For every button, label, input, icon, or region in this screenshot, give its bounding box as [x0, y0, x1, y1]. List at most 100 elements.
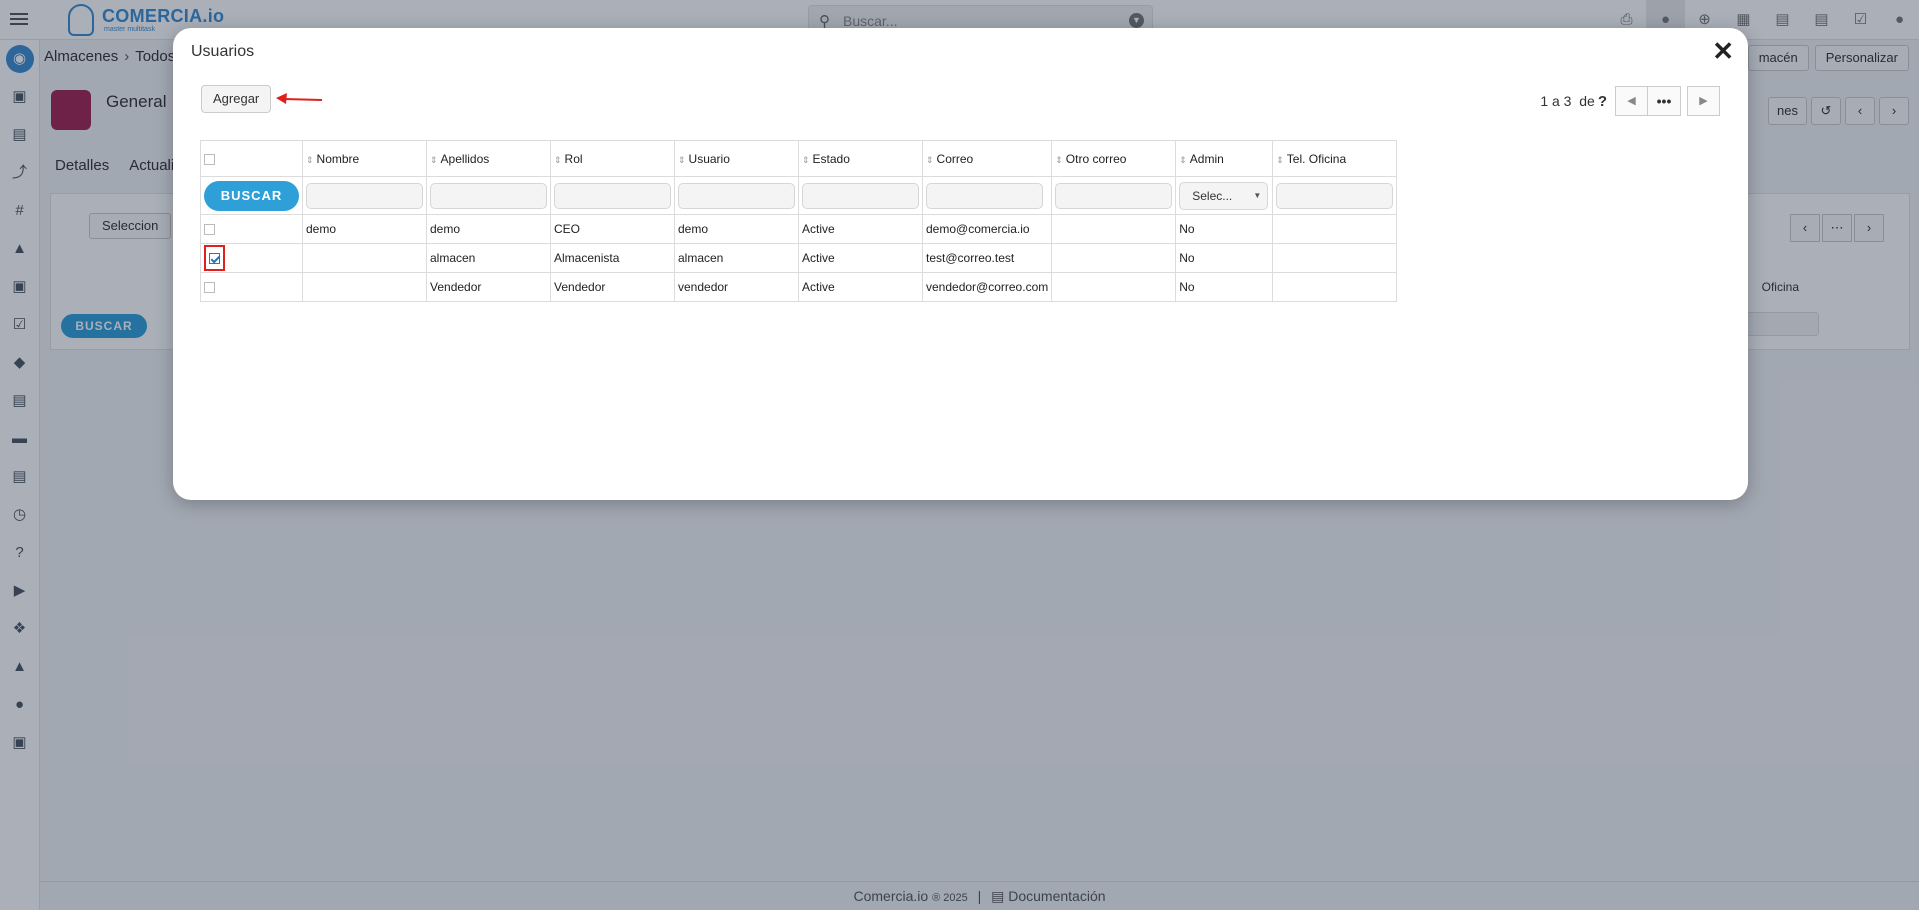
sort-icon: ⇕ [678, 154, 686, 165]
users-modal: Usuarios ✕ Agregar 1 a 3 de? ◀ ••• ▶ ⇕ No… [173, 28, 1748, 500]
col-label: Admin [1189, 151, 1224, 166]
col-label: Apellidos [440, 151, 490, 166]
cell-tel [1272, 243, 1398, 273]
cell-apellidos: demo [426, 214, 551, 244]
cell-estado: Active [798, 243, 923, 273]
cell-usuario: almacen [674, 243, 799, 273]
arrow-left-icon [276, 93, 322, 104]
agregar-button[interactable]: Agregar [201, 85, 272, 113]
highlight-box [204, 245, 225, 271]
select-all-cell [200, 140, 303, 177]
row-select-cell [200, 243, 303, 273]
close-icon[interactable]: ✕ [1712, 36, 1734, 66]
cell-tel [1272, 214, 1398, 244]
cell-otro-correo [1051, 272, 1177, 302]
cell-apellidos: Vendedor [426, 272, 551, 302]
filter-row: BUSCAR Selec... ▼ [200, 176, 1398, 215]
col-usuario[interactable]: ⇕ Usuario [674, 140, 799, 177]
buscar-cell: BUSCAR [200, 176, 303, 215]
filter-cell [302, 176, 427, 215]
pager-range: 1 a 3 [1540, 92, 1572, 109]
sort-icon: ⇕ [1179, 154, 1187, 165]
sort-icon: ⇕ [306, 154, 314, 165]
select-all-checkbox[interactable] [204, 153, 215, 165]
pager-count: 1 a 3 de? [1540, 93, 1607, 110]
prev-page-icon[interactable]: ◀ [1615, 86, 1648, 116]
filter-cell [798, 176, 923, 215]
cell-admin: No [1175, 214, 1274, 244]
cell-otro-correo [1051, 243, 1177, 273]
row-checkbox[interactable] [204, 224, 215, 236]
pager-total[interactable]: ? [1598, 93, 1607, 110]
cell-tel [1272, 272, 1398, 302]
cell-otro-correo [1051, 214, 1177, 244]
cell-apellidos: almacen [426, 243, 551, 273]
row-checkbox[interactable] [204, 282, 215, 294]
sort-icon: ⇕ [926, 154, 934, 165]
estado-filter-input[interactable] [802, 182, 919, 209]
cell-correo: demo@comercia.io [921, 214, 1053, 244]
col-rol[interactable]: ⇕ Rol [550, 140, 675, 177]
filter-cell [1051, 176, 1177, 215]
col-nombre[interactable]: ⇕ Nombre [302, 140, 427, 177]
col-admin[interactable]: ⇕ Admin [1175, 140, 1274, 177]
cell-usuario: vendedor [674, 272, 799, 302]
filter-cell [674, 176, 799, 215]
cell-estado: Active [798, 214, 923, 244]
cell-correo: vendedor@correo.com [921, 272, 1053, 302]
table-row[interactable]: Vendedor Vendedor vendedor Active vended… [200, 272, 1398, 302]
modal-pager: 1 a 3 de? ◀ ••• ▶ [1540, 86, 1720, 116]
cell-nombre: demo [302, 214, 427, 244]
col-apellidos[interactable]: ⇕ Apellidos [426, 140, 551, 177]
cell-rol: CEO [550, 214, 675, 244]
col-otro-correo[interactable]: ⇕ Otro correo [1051, 140, 1177, 177]
users-table: ⇕ Nombre ⇕ Apellidos ⇕ Rol ⇕ Usuario ⇕ Estado… [200, 140, 1398, 302]
pager-of: de [1579, 92, 1595, 109]
row-select-cell [200, 272, 303, 302]
col-correo[interactable]: ⇕ Correo [921, 140, 1053, 177]
cell-nombre [302, 243, 427, 273]
cell-admin: No [1175, 272, 1274, 302]
filter-cell [1272, 176, 1398, 215]
admin-select-value: Selec... [1192, 188, 1233, 203]
col-tel-oficina[interactable]: ⇕ Tel. Oficina [1272, 140, 1398, 177]
col-label: Otro correo [1065, 151, 1127, 166]
col-estado[interactable]: ⇕ Estado [798, 140, 923, 177]
sort-icon: ⇕ [430, 154, 438, 165]
cell-rol: Vendedor [550, 272, 675, 302]
col-label: Rol [564, 151, 583, 166]
otro-correo-filter-input[interactable] [1055, 182, 1173, 209]
row-select-cell [200, 214, 303, 244]
cell-correo: test@correo.test [921, 243, 1053, 273]
table-row[interactable]: almacen Almacenista almacen Active test@… [200, 243, 1398, 273]
sort-icon: ⇕ [1276, 154, 1284, 165]
apellidos-filter-input[interactable] [430, 182, 547, 209]
sort-icon: ⇕ [1055, 154, 1063, 165]
sort-icon: ⇕ [554, 154, 562, 165]
filter-cell [426, 176, 551, 215]
col-label: Usuario [688, 151, 730, 166]
cell-rol: Almacenista [550, 243, 675, 273]
filter-cell [921, 176, 1053, 215]
cell-estado: Active [798, 272, 923, 302]
buscar-button[interactable]: BUSCAR [204, 180, 299, 211]
admin-filter-select[interactable]: Selec... ▼ [1179, 181, 1269, 210]
table-row[interactable]: demo demo CEO demo Active demo@comercia.… [200, 214, 1398, 244]
modal-title: Usuarios [191, 43, 255, 60]
row-checkbox-checked[interactable] [209, 253, 220, 265]
usuario-filter-input[interactable] [678, 182, 795, 209]
col-label: Correo [936, 151, 974, 166]
rol-filter-input[interactable] [554, 182, 671, 209]
next-page-icon[interactable]: ▶ [1687, 86, 1720, 116]
filter-cell: Selec... ▼ [1175, 176, 1274, 215]
cell-admin: No [1175, 243, 1274, 273]
correo-filter-input[interactable] [926, 182, 1043, 209]
nombre-filter-input[interactable] [306, 182, 423, 209]
more-pages-button[interactable]: ••• [1648, 86, 1681, 116]
cell-usuario: demo [674, 214, 799, 244]
col-label: Estado [812, 151, 850, 166]
table-header-row: ⇕ Nombre ⇕ Apellidos ⇕ Rol ⇕ Usuario ⇕ Estado… [200, 140, 1398, 177]
cell-nombre [302, 272, 427, 302]
col-label: Nombre [316, 151, 360, 166]
tel-filter-input[interactable] [1276, 182, 1394, 209]
